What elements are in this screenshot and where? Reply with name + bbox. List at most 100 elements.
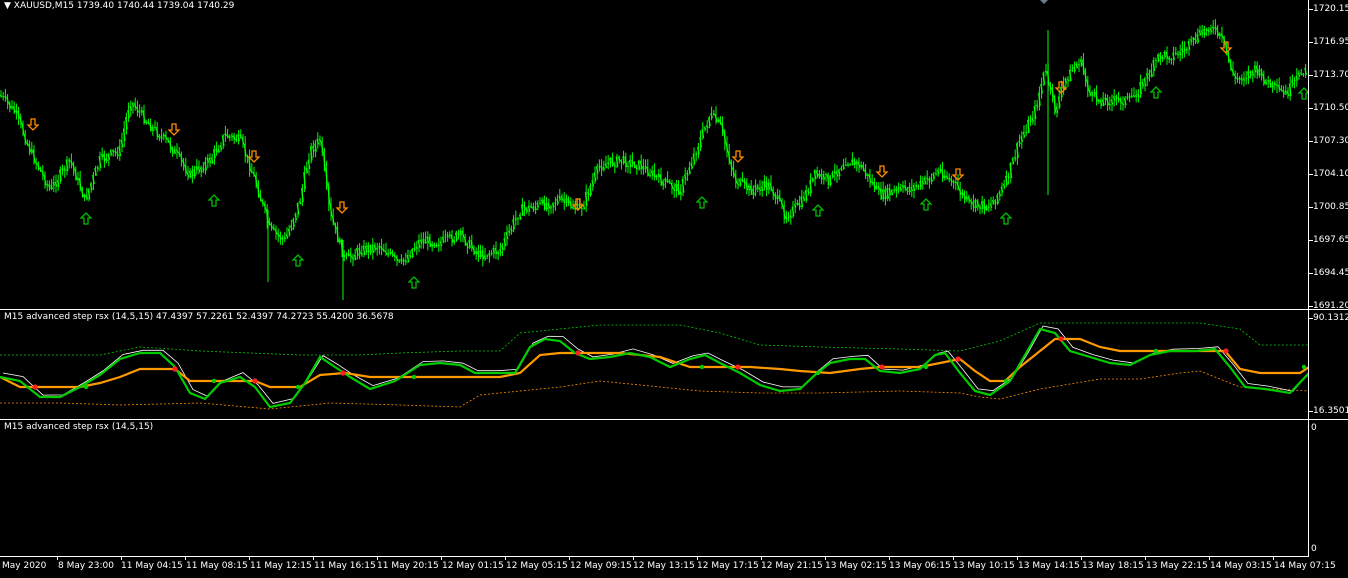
candle [1282, 85, 1285, 98]
signal-dot [1058, 336, 1064, 342]
pane-separator[interactable] [0, 419, 1348, 420]
candle [37, 161, 40, 171]
candle [774, 192, 777, 205]
candle [747, 183, 751, 196]
candle [94, 165, 97, 176]
candle [248, 149, 251, 177]
candle [1231, 61, 1235, 76]
candle [1112, 89, 1116, 107]
candle [259, 189, 262, 202]
time-label: 13 May 18:15 [1082, 561, 1144, 571]
candle [490, 249, 493, 256]
time-label: 13 May 10:15 [953, 561, 1015, 571]
candle [65, 156, 69, 176]
candle [921, 176, 925, 190]
candle [606, 155, 610, 170]
candle [849, 162, 852, 166]
candle [1181, 40, 1184, 59]
candle [930, 173, 933, 185]
signal-dot [295, 384, 301, 390]
candle [109, 148, 113, 157]
candle [1137, 89, 1140, 103]
sell-arrow-icon [875, 165, 889, 178]
candle [353, 248, 357, 261]
dropdown-triangle-icon[interactable]: ▼ [4, 1, 11, 11]
candle [936, 167, 940, 177]
candle [851, 152, 854, 166]
candle [943, 169, 947, 181]
candle [617, 155, 621, 164]
candle [1227, 50, 1230, 64]
candle [677, 180, 680, 196]
candle [371, 238, 375, 260]
candle [140, 106, 144, 116]
candle [505, 225, 509, 246]
candle [50, 178, 53, 191]
candle [107, 152, 111, 166]
candle [1027, 116, 1030, 134]
candle [903, 180, 907, 192]
candle [32, 145, 36, 165]
price-axis-line [1308, 0, 1309, 557]
candle [105, 153, 108, 164]
candle [1071, 64, 1074, 72]
candle [290, 219, 293, 232]
candle [1286, 87, 1290, 99]
candle [19, 113, 23, 129]
pane-separator[interactable] [0, 309, 1348, 310]
time-label: 14 May 03:15 [1210, 561, 1272, 571]
time-label: 13 May 22:15 [1146, 561, 1208, 571]
candle [914, 181, 918, 190]
candle [604, 155, 608, 169]
candle [842, 158, 845, 170]
candle [395, 254, 399, 267]
candle [721, 116, 724, 137]
candle [1277, 77, 1281, 93]
candle [283, 232, 286, 243]
candle [331, 208, 335, 226]
candle [334, 222, 337, 234]
candle [829, 174, 832, 187]
candle [855, 159, 859, 172]
candle [635, 164, 639, 175]
candle [145, 119, 148, 125]
candle [1020, 131, 1024, 149]
candle [452, 236, 456, 245]
candle [602, 160, 606, 172]
candle [650, 165, 654, 180]
candle [569, 197, 573, 210]
candle [1018, 134, 1021, 147]
indicator-pane-2[interactable]: M15 advanced step rsx (14,5,15) [0, 421, 1309, 556]
price-chart-pane[interactable]: ▼ XAUUSD,M15 1739.40 1740.44 1739.04 174… [0, 0, 1309, 309]
candle [928, 176, 931, 189]
candle [1196, 28, 1200, 44]
candle [320, 136, 324, 157]
candle [281, 235, 284, 246]
candle [1209, 24, 1213, 35]
candle [1123, 96, 1127, 109]
candle [657, 169, 661, 183]
candle [507, 223, 511, 236]
candle [342, 249, 346, 262]
symbol-label: XAUUSD,M15 [13, 1, 75, 11]
candle [846, 162, 850, 168]
candle [303, 165, 306, 192]
candle [609, 157, 612, 168]
candle [1273, 80, 1277, 90]
candle [815, 166, 819, 179]
candle [833, 163, 837, 181]
candle [771, 186, 775, 200]
candle [494, 241, 498, 260]
candle [1156, 53, 1160, 63]
candle [798, 195, 801, 211]
candle [1242, 71, 1246, 87]
candle [61, 164, 64, 176]
candle [831, 170, 834, 179]
candle [23, 129, 27, 146]
candle [67, 157, 71, 169]
candle [294, 212, 298, 224]
indicator-pane-1[interactable]: M15 advanced step rsx (14,5,15) 47.4397 … [0, 311, 1309, 419]
candle [813, 169, 817, 187]
candle [1205, 27, 1208, 36]
candle [699, 130, 702, 152]
